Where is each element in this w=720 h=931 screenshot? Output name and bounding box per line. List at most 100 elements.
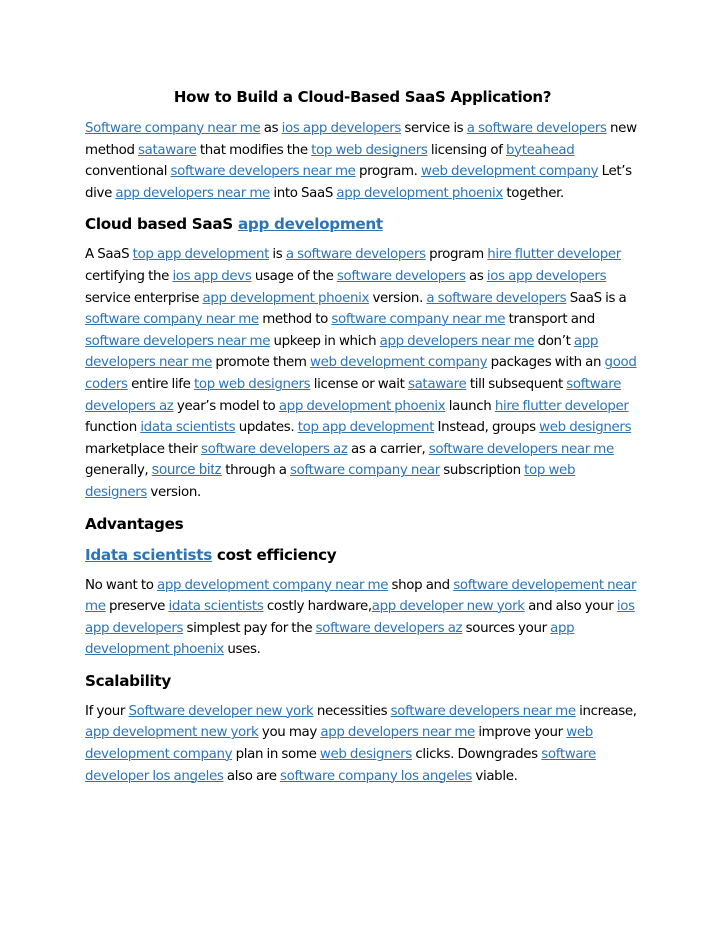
hyperlink[interactable]: idata scientists: [140, 420, 235, 435]
text-run: sources your: [462, 620, 551, 636]
text-run: packages with an: [487, 355, 605, 371]
text-run: cost efficiency: [211, 545, 337, 564]
text-run: Scalability: [85, 671, 171, 690]
paragraph: Software company near me as ios app deve…: [85, 118, 640, 204]
text-run: improve your: [474, 725, 567, 741]
hyperlink[interactable]: app development new york: [85, 725, 259, 740]
hyperlink[interactable]: software developers: [337, 269, 466, 284]
document-body: Software company near me as ios app deve…: [85, 118, 640, 787]
paragraph: If your Software developer new york nece…: [85, 701, 640, 787]
section-heading: Advantages: [85, 513, 640, 535]
text-run: SaaS is a: [566, 290, 627, 306]
text-run: shop and: [388, 577, 454, 593]
hyperlink[interactable]: idata scientists: [168, 599, 263, 614]
hyperlink[interactable]: app developers near me: [320, 725, 475, 740]
text-run: clicks. Downgrades: [411, 747, 542, 763]
text-run: year’s model to: [173, 398, 279, 414]
text-run: that modifies the: [196, 142, 312, 158]
hyperlink[interactable]: a software developers: [426, 291, 566, 306]
hyperlink[interactable]: Software company near me: [85, 121, 261, 136]
hyperlink[interactable]: ios app developers: [282, 121, 402, 136]
text-run: uses.: [224, 642, 261, 658]
text-run: Instead, groups: [434, 420, 540, 436]
text-run: program.: [355, 164, 421, 180]
text-run: entire life: [127, 376, 194, 392]
hyperlink[interactable]: Idata scientists: [85, 546, 212, 564]
hyperlink[interactable]: app developer new york: [372, 599, 525, 614]
hyperlink[interactable]: software developers near me: [429, 442, 614, 457]
text-run: usage of the: [251, 268, 337, 284]
hyperlink[interactable]: hire flutter developer: [487, 247, 621, 262]
section-heading: Cloud based SaaS app development: [85, 213, 640, 235]
text-run: version.: [147, 484, 201, 500]
hyperlink[interactable]: software developers near me: [85, 334, 270, 349]
hyperlink[interactable]: app development: [238, 215, 383, 233]
text-run: promote them: [211, 355, 310, 371]
text-run: preserve: [105, 599, 169, 615]
text-run: method to: [258, 312, 332, 328]
hyperlink[interactable]: ios app developers: [487, 269, 607, 284]
hyperlink[interactable]: app development company near me: [157, 578, 389, 593]
hyperlink[interactable]: source bitz: [152, 462, 222, 478]
hyperlink[interactable]: a software developers: [286, 247, 426, 262]
hyperlink[interactable]: app development phoenix: [279, 399, 446, 414]
text-run: license or wait: [310, 376, 408, 392]
text-run: launch: [445, 398, 495, 414]
text-run: upkeep in which: [270, 333, 380, 349]
text-run: licensing of: [427, 142, 506, 158]
text-run: till subsequent: [466, 376, 567, 392]
text-run: marketplace their: [85, 441, 201, 457]
text-run: simplest pay for the: [183, 620, 316, 636]
text-run: If your: [85, 703, 129, 719]
text-run: Advantages: [85, 514, 184, 533]
text-run: plan in some: [232, 747, 320, 763]
text-run: and also your: [524, 599, 617, 615]
hyperlink[interactable]: software company near me: [85, 312, 259, 327]
document-page: How to Build a Cloud-Based SaaS Applicat…: [85, 86, 640, 796]
text-run: A SaaS: [85, 247, 133, 263]
hyperlink[interactable]: software developers near me: [391, 704, 576, 719]
text-run: function: [85, 420, 141, 436]
text-run: subscription: [439, 463, 525, 479]
text-run: necessities: [313, 703, 391, 719]
hyperlink[interactable]: ios app devs: [172, 269, 251, 284]
text-run: service enterprise: [85, 290, 203, 306]
text-run: as: [465, 268, 487, 284]
hyperlink[interactable]: software developers az: [316, 621, 463, 636]
hyperlink[interactable]: web development company: [310, 355, 488, 370]
hyperlink[interactable]: web designers: [539, 420, 631, 435]
hyperlink[interactable]: top app development: [133, 247, 270, 262]
text-run: you may: [258, 725, 321, 741]
hyperlink[interactable]: Software developer new york: [129, 704, 314, 719]
hyperlink[interactable]: top app development: [298, 420, 435, 435]
text-run: through a: [221, 463, 291, 479]
hyperlink[interactable]: app development phoenix: [203, 291, 370, 306]
text-run: increase,: [575, 703, 637, 719]
text-run: costly hardware,: [263, 599, 372, 615]
hyperlink[interactable]: byteahead: [506, 143, 575, 158]
text-run: certifying the: [85, 268, 173, 284]
hyperlink[interactable]: app development phoenix: [336, 186, 503, 201]
hyperlink[interactable]: software developers az: [201, 442, 348, 457]
hyperlink[interactable]: app developers near me: [380, 334, 535, 349]
hyperlink[interactable]: software company los angeles: [280, 769, 472, 784]
text-run: also are: [223, 768, 281, 784]
hyperlink[interactable]: web designers: [320, 747, 412, 762]
text-run: as a carrier,: [347, 441, 429, 457]
paragraph: A SaaS top app development is a software…: [85, 244, 640, 503]
hyperlink[interactable]: software company near me: [331, 312, 505, 327]
text-run: is: [269, 247, 286, 263]
hyperlink[interactable]: a software developers: [467, 121, 607, 136]
hyperlink[interactable]: web development company: [421, 164, 599, 179]
section-heading: Scalability: [85, 670, 640, 692]
hyperlink[interactable]: app developers near me: [115, 186, 270, 201]
hyperlink[interactable]: hire flutter developer: [495, 399, 629, 414]
text-run: version.: [369, 290, 427, 306]
hyperlink[interactable]: sataware: [138, 143, 197, 158]
hyperlink[interactable]: software company near: [290, 463, 440, 478]
hyperlink[interactable]: sataware: [408, 377, 467, 392]
hyperlink[interactable]: top web designers: [311, 143, 428, 158]
hyperlink[interactable]: software developers near me: [170, 164, 355, 179]
text-run: as: [260, 121, 282, 136]
hyperlink[interactable]: top web designers: [194, 377, 311, 392]
